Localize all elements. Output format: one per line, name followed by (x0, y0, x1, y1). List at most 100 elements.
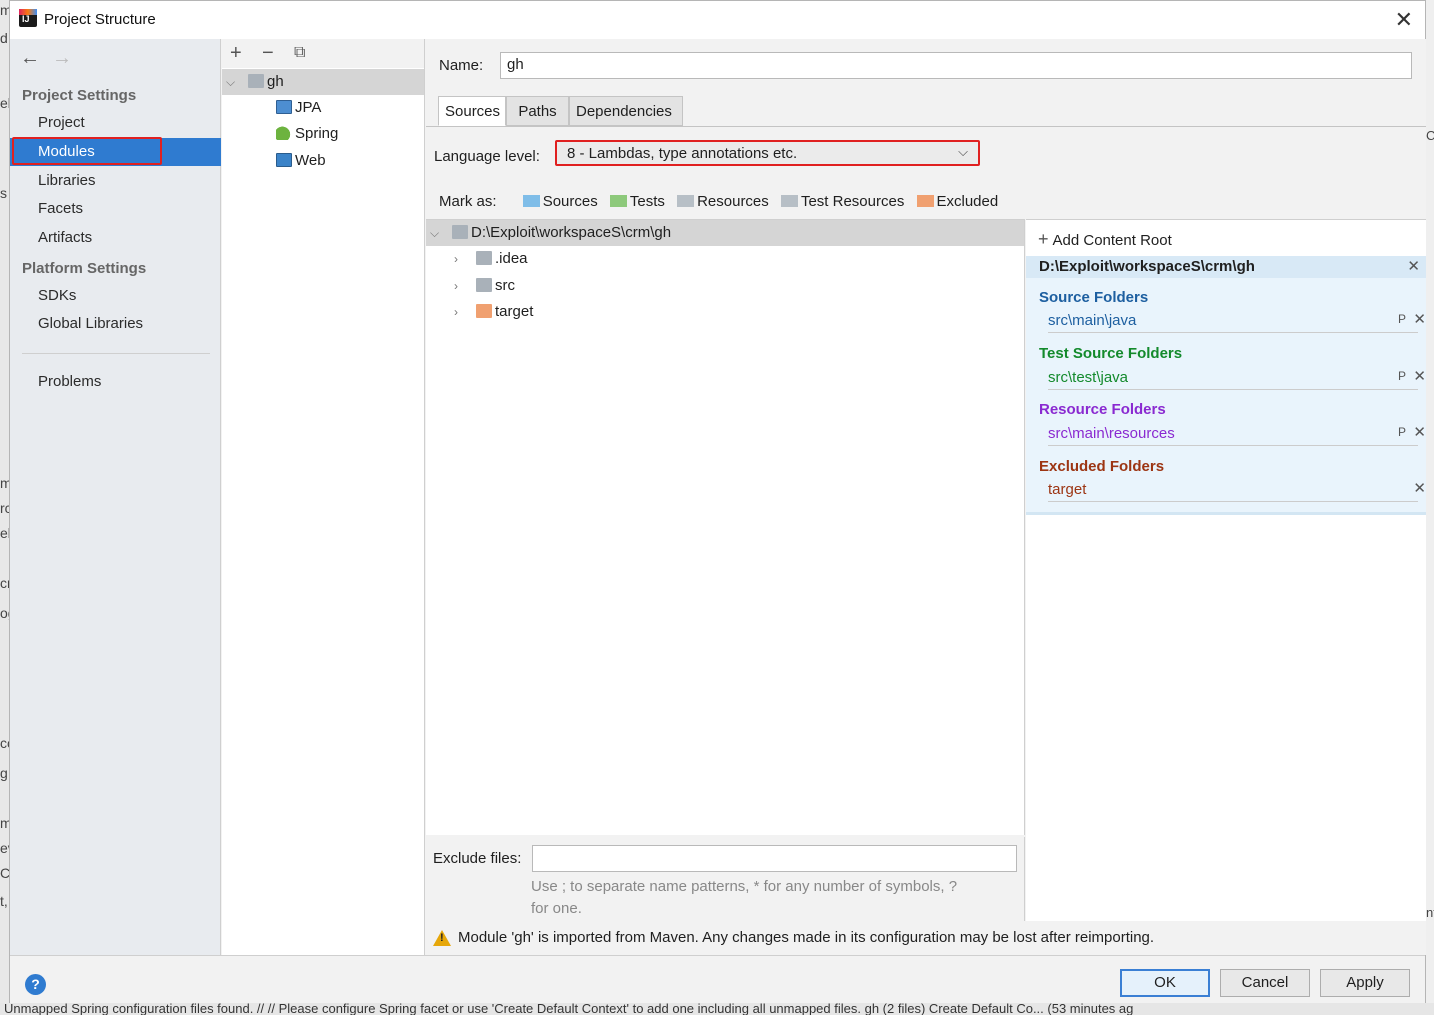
language-level-label: Language level: (434, 148, 540, 165)
hint-line: Use ; to separate name patterns, * for a… (531, 878, 958, 895)
background-right-strip: Cnf (1426, 0, 1434, 1015)
close-icon[interactable]: ✕ (1395, 7, 1413, 33)
dialog-footer: ? OK Cancel Apply (10, 955, 1425, 1003)
add-content-root-button[interactable]: + Add Content Root (1038, 229, 1172, 250)
nav-item-libraries[interactable]: Libraries (10, 167, 221, 195)
mark-sources-button[interactable]: Sources (522, 193, 598, 210)
forward-arrow-icon[interactable]: → (52, 47, 72, 69)
test-source-folders-heading: Test Source Folders (1039, 345, 1183, 362)
tree-label: gh (267, 73, 284, 90)
nav-item-sdks[interactable]: SDKs (10, 282, 221, 310)
background-editor-strip: mdel smrc elcnog ccgm evCt, (0, 0, 9, 1015)
excluded-folder-icon (476, 304, 492, 318)
nav-item-label: Project (38, 114, 85, 131)
exclude-files-input[interactable] (532, 845, 1017, 872)
content-root-node[interactable]: ⌵ D:\Exploit\workspaceS\crm\gh (426, 220, 1024, 246)
project-settings-heading: Project Settings (22, 87, 137, 104)
resources-folder-icon (677, 195, 695, 207)
language-level-dropdown[interactable]: 8 - Lambdas, type annotations etc. ⌵ (555, 140, 980, 166)
folder-src[interactable]: › src (426, 273, 1024, 299)
mark-resources-button[interactable]: Resources (677, 193, 769, 210)
help-icon[interactable]: ? (25, 974, 46, 995)
nav-item-project[interactable]: Project (10, 109, 221, 137)
nav-item-artifacts[interactable]: Artifacts (10, 224, 221, 252)
tab-paths[interactable]: Paths (506, 96, 569, 126)
test-source-folder-item[interactable]: src\test\java P ✕ (1048, 368, 1426, 390)
mark-test-resources-button[interactable]: Test Resources (780, 193, 904, 210)
chevron-right-icon: › (454, 279, 458, 293)
mark-excluded-button[interactable]: Excluded (916, 193, 998, 210)
folder-idea[interactable]: › .idea (426, 246, 1024, 272)
remove-folder-icon[interactable]: ✕ (1413, 479, 1426, 497)
nav-item-global-libraries[interactable]: Global Libraries (10, 310, 221, 338)
module-content: Name: gh Sources Paths Dependencies Lang… (426, 39, 1426, 955)
facet-spring[interactable]: Spring (222, 121, 424, 147)
mark-label: Resources (697, 193, 769, 210)
package-prefix-icon[interactable]: P (1398, 369, 1406, 383)
exclude-files-hint: Use ; to separate name patterns, * for a… (531, 876, 1001, 920)
nav-item-label: SDKs (38, 287, 77, 304)
excluded-folder-item[interactable]: target ✕ (1048, 480, 1426, 502)
chevron-down-icon: ⌵ (958, 144, 968, 159)
add-icon[interactable]: + (230, 42, 242, 65)
chevron-right-icon: › (454, 252, 458, 266)
remove-folder-icon[interactable]: ✕ (1413, 367, 1426, 385)
tab-dependencies[interactable]: Dependencies (569, 96, 683, 126)
facet-web[interactable]: Web (222, 148, 424, 174)
content-root-tree: ⌵ D:\Exploit\workspaceS\crm\gh › .idea › sr… (426, 219, 1025, 835)
remove-root-icon[interactable]: ✕ (1407, 256, 1420, 278)
intellij-app-icon (19, 9, 37, 27)
package-prefix-icon[interactable]: P (1398, 312, 1406, 326)
module-folder-icon (248, 74, 264, 88)
module-tree-root[interactable]: ⌵ gh (222, 69, 424, 95)
cancel-button[interactable]: Cancel (1220, 969, 1310, 997)
tree-label: D:\Exploit\workspaceS\crm\gh (471, 224, 672, 241)
package-prefix-icon[interactable]: P (1398, 425, 1406, 439)
module-toolbar: + − ⧉ (222, 39, 424, 68)
folder-path: src\main\resources (1048, 425, 1175, 442)
project-structure-dialog: Project Structure ✕ ←→ Project Settings … (9, 0, 1426, 1003)
folder-icon (476, 251, 492, 265)
folder-target[interactable]: › target (426, 299, 1024, 325)
highlight-box (12, 137, 162, 165)
add-content-root-label: Add Content Root (1052, 232, 1172, 249)
nav-item-facets[interactable]: Facets (10, 195, 221, 223)
settings-nav: ← → Project Settings Project Modules Libr… (10, 39, 221, 955)
chevron-down-icon: ⌵ (226, 75, 236, 89)
nav-item-label: Problems (38, 373, 102, 390)
copy-icon[interactable]: ⧉ (294, 44, 305, 62)
name-label: Name: (439, 57, 484, 74)
root-path-label: D:\Exploit\workspaceS\crm\gh (1039, 258, 1255, 275)
tab-sources[interactable]: Sources (438, 96, 506, 126)
module-tree-pane: + − ⧉ ⌵ gh JPA Spring Web (222, 39, 425, 955)
remove-icon[interactable]: − (262, 42, 274, 65)
apply-button[interactable]: Apply (1320, 969, 1410, 997)
folder-path: target (1048, 481, 1087, 498)
facet-jpa[interactable]: JPA (222, 95, 424, 121)
chevron-down-icon: ⌵ (430, 226, 440, 240)
hint-line: for one. (531, 900, 582, 917)
nav-item-label: Facets (38, 200, 84, 217)
nav-divider (22, 353, 210, 354)
source-folder-item[interactable]: src\main\java P ✕ (1048, 311, 1426, 333)
title-bar: Project Structure ✕ (10, 1, 1425, 39)
ok-button[interactable]: OK (1120, 969, 1210, 997)
web-icon (276, 153, 292, 167)
nav-arrows: ← → (20, 47, 72, 70)
nav-item-problems[interactable]: Problems (10, 368, 221, 396)
warning-text: Module 'gh' is imported from Maven. Any … (458, 929, 1155, 946)
nav-item-modules[interactable]: Modules (10, 137, 221, 166)
language-level-value: 8 - Lambdas, type annotations etc. (567, 145, 798, 162)
module-name-input[interactable]: gh (500, 52, 1412, 79)
mark-tests-button[interactable]: Tests (609, 193, 665, 210)
remove-folder-icon[interactable]: ✕ (1413, 423, 1426, 441)
mark-as-label: Mark as: (439, 193, 497, 210)
mark-as-bar: Mark as: Sources Tests Resources Test Re… (439, 193, 998, 210)
chevron-right-icon: › (454, 305, 458, 319)
mark-label: Tests (629, 193, 665, 210)
remove-folder-icon[interactable]: ✕ (1413, 310, 1426, 328)
back-arrow-icon[interactable]: ← (20, 47, 40, 69)
resource-folder-item[interactable]: src\main\resources P ✕ (1048, 424, 1426, 446)
status-bar-text: Unmapped Spring configuration files foun… (4, 1003, 1134, 1015)
jpa-icon (276, 100, 292, 114)
